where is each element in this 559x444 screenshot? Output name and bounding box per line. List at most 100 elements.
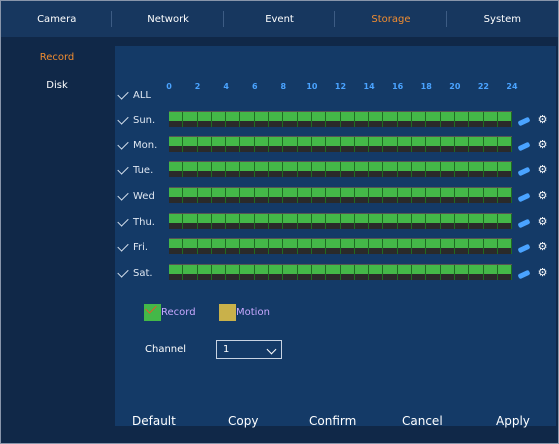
day-schedule-bar[interactable]: [169, 136, 513, 152]
hour-cell[interactable]: [383, 112, 398, 127]
hour-cell[interactable]: [426, 112, 441, 127]
hour-cell[interactable]: [383, 214, 398, 229]
hour-cell[interactable]: [269, 188, 284, 203]
gear-icon[interactable]: ⚙: [537, 190, 548, 201]
hour-cell[interactable]: [341, 112, 355, 127]
hour-cell[interactable]: [469, 137, 484, 152]
hour-cell[interactable]: [426, 162, 441, 177]
hour-cell[interactable]: [198, 188, 212, 203]
hour-cell[interactable]: [369, 239, 384, 254]
hour-cell[interactable]: [169, 239, 184, 254]
hour-cell[interactable]: [484, 239, 498, 254]
hour-cell[interactable]: [484, 137, 498, 152]
hour-cell[interactable]: [312, 214, 327, 229]
gear-icon[interactable]: ⚙: [537, 139, 548, 150]
hour-cell[interactable]: [455, 214, 470, 229]
hour-cell[interactable]: [240, 137, 255, 152]
cancel-button[interactable]: Cancel: [402, 414, 443, 428]
sidebar-item-record[interactable]: Record: [1, 52, 113, 63]
hour-cell[interactable]: [412, 188, 427, 203]
hour-cell[interactable]: [226, 214, 241, 229]
hour-cell[interactable]: [355, 137, 370, 152]
hour-cell[interactable]: [212, 162, 227, 177]
hour-cell[interactable]: [226, 112, 241, 127]
hour-cell[interactable]: [183, 112, 198, 127]
hour-cell[interactable]: [183, 137, 198, 152]
hour-cell[interactable]: [484, 214, 498, 229]
hour-cell[interactable]: [240, 265, 255, 280]
hour-cell[interactable]: [455, 162, 470, 177]
hour-cell[interactable]: [269, 214, 284, 229]
day-checkbox[interactable]: Sat.: [117, 266, 153, 279]
day-checkbox[interactable]: Wed: [117, 189, 155, 202]
hour-cell[interactable]: [212, 188, 227, 203]
hour-cell[interactable]: [269, 112, 284, 127]
hour-cell[interactable]: [369, 137, 384, 152]
hour-cell[interactable]: [498, 112, 513, 127]
hour-cell[interactable]: [255, 214, 270, 229]
hour-cell[interactable]: [441, 265, 455, 280]
hour-cell[interactable]: [469, 188, 484, 203]
hour-cell[interactable]: [355, 162, 370, 177]
hour-cell[interactable]: [212, 112, 227, 127]
hour-cell[interactable]: [355, 214, 370, 229]
hour-cell[interactable]: [240, 239, 255, 254]
hour-cell[interactable]: [369, 214, 384, 229]
hour-cell[interactable]: [212, 239, 227, 254]
hour-cell[interactable]: [240, 162, 255, 177]
hour-cell[interactable]: [198, 239, 212, 254]
hour-cell[interactable]: [212, 265, 227, 280]
hour-cell[interactable]: [255, 239, 270, 254]
day-schedule-bar[interactable]: [169, 264, 513, 280]
hour-cell[interactable]: [169, 265, 184, 280]
hour-cell[interactable]: [283, 137, 298, 152]
day-schedule-bar[interactable]: [169, 213, 513, 229]
day-schedule-bar[interactable]: [169, 187, 513, 203]
hour-cell[interactable]: [198, 162, 212, 177]
hour-cell[interactable]: [498, 214, 513, 229]
tab-camera[interactable]: Camera: [1, 1, 113, 37]
hour-cell[interactable]: [441, 214, 455, 229]
hour-cell[interactable]: [341, 188, 355, 203]
hour-cell[interactable]: [226, 137, 241, 152]
hour-cell[interactable]: [341, 137, 355, 152]
tab-event[interactable]: Event: [224, 1, 336, 37]
hour-cell[interactable]: [298, 112, 312, 127]
hour-cell[interactable]: [355, 265, 370, 280]
hour-cell[interactable]: [312, 188, 327, 203]
hour-cell[interactable]: [326, 162, 341, 177]
hour-cell[interactable]: [441, 239, 455, 254]
hour-cell[interactable]: [198, 265, 212, 280]
hour-cell[interactable]: [212, 214, 227, 229]
hour-cell[interactable]: [326, 137, 341, 152]
hour-cell[interactable]: [369, 188, 384, 203]
hour-cell[interactable]: [398, 239, 413, 254]
hour-cell[interactable]: [183, 162, 198, 177]
hour-cell[interactable]: [298, 239, 312, 254]
hour-cell[interactable]: [312, 265, 327, 280]
hour-cell[interactable]: [398, 137, 413, 152]
hour-cell[interactable]: [312, 162, 327, 177]
hour-cell[interactable]: [469, 112, 484, 127]
hour-cell[interactable]: [398, 214, 413, 229]
hour-cell[interactable]: [226, 188, 241, 203]
hour-cell[interactable]: [198, 214, 212, 229]
hour-cell[interactable]: [398, 188, 413, 203]
hour-cell[interactable]: [255, 265, 270, 280]
tab-storage[interactable]: Storage: [335, 1, 448, 37]
tab-system[interactable]: System: [447, 1, 558, 37]
hour-cell[interactable]: [412, 162, 427, 177]
hour-cell[interactable]: [283, 188, 298, 203]
hour-cell[interactable]: [355, 239, 370, 254]
hour-cell[interactable]: [169, 112, 184, 127]
hour-cell[interactable]: [455, 188, 470, 203]
day-checkbox[interactable]: Thu.: [117, 215, 155, 228]
hour-cell[interactable]: [312, 239, 327, 254]
hour-cell[interactable]: [326, 112, 341, 127]
hour-cell[interactable]: [169, 214, 184, 229]
hour-cell[interactable]: [498, 188, 513, 203]
hour-cell[interactable]: [255, 112, 270, 127]
default-button[interactable]: Default: [132, 414, 176, 428]
hour-cell[interactable]: [369, 162, 384, 177]
hour-cell[interactable]: [198, 137, 212, 152]
